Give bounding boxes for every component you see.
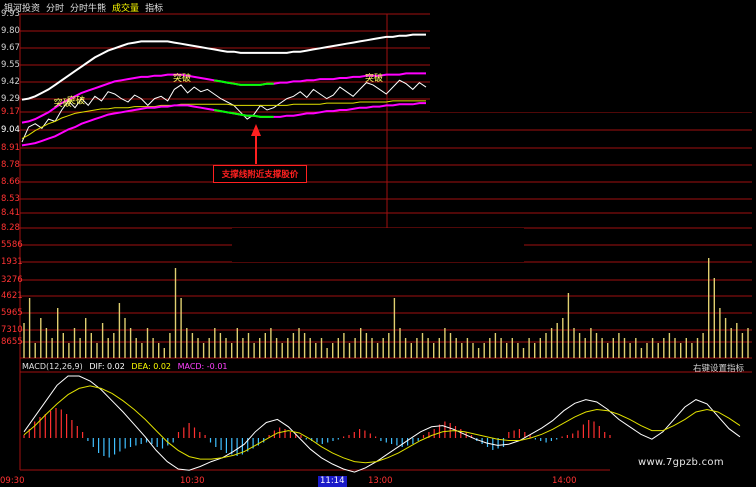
breakthrough-label-2: 突破 (173, 72, 191, 84)
macd-name: MACD(12,26,9) (22, 362, 83, 371)
volume-tick-label-6: 8655 (1, 337, 23, 347)
breakthrough-label-3: 突破 (365, 72, 383, 84)
upper-channel-line (21, 33, 426, 101)
time-tick-label-0: 09:30 (0, 476, 25, 486)
price-tick-label-10: 8.66 (1, 177, 20, 187)
breakthrough-label-1: 突破 (67, 95, 85, 107)
macd-dea: DEA: 0.02 (131, 362, 172, 371)
price-tick-label-12: 8.41 (1, 208, 20, 218)
price-tick-label-0: 9.93 (1, 9, 20, 19)
volume-tick-label-4: 5965 (1, 308, 23, 318)
chart-canvas: 突破突破突破 突破 (19, 0, 756, 480)
time-tick-label-3: 13:00 (368, 476, 393, 486)
volume-tick-label-3: 4621 (1, 291, 23, 301)
mask-top-right (430, 0, 756, 112)
volume-tick-label-5: 7310 (1, 325, 23, 335)
macd-value: MACD: -0.01 (177, 362, 228, 371)
mask-mid (232, 228, 524, 262)
volume-tick-label-0: 5586 (1, 240, 23, 250)
upper-band-green-segment (213, 79, 274, 86)
time-tick-label-1: 10:30 (180, 476, 205, 486)
price-tick-label-13: 8.28 (1, 223, 20, 233)
watermark-text: www.7gpzb.com (638, 457, 724, 468)
price-tick-label-7: 9.04 (1, 125, 20, 135)
price-tick-label-8: 8.91 (1, 143, 20, 153)
volume-tick-label-1: 1931 (1, 257, 23, 267)
time-tick-label-4: 14:00 (552, 476, 577, 486)
macd-dif: DIF: 0.02 (89, 362, 125, 371)
price-tick-label-3: 9.55 (1, 60, 20, 70)
price-tick-label-1: 9.80 (1, 26, 20, 36)
price-tick-label-4: 9.42 (1, 77, 20, 87)
time-tick-label-2: 11:14 (318, 476, 347, 487)
lower-band-line (21, 102, 426, 147)
price-tick-label-11: 8.53 (1, 194, 20, 204)
price-tick-label-5: 9.29 (1, 94, 20, 104)
lower-band-green-segment (213, 109, 274, 118)
price-tick-label-6: 9.17 (1, 107, 20, 117)
price-tick-label-9: 8.78 (1, 160, 20, 170)
macd-header: MACD(12,26,9) DIF: 0.02 DEA: 0.02 MACD: … (22, 362, 232, 371)
support-annotation-box: 支撑线附近支撑股价 (213, 165, 307, 183)
price-tick-label-2: 9.67 (1, 43, 20, 53)
right-click-settings-hint[interactable]: 右键设置指标 (693, 362, 744, 374)
volume-tick-label-2: 3276 (1, 275, 23, 285)
